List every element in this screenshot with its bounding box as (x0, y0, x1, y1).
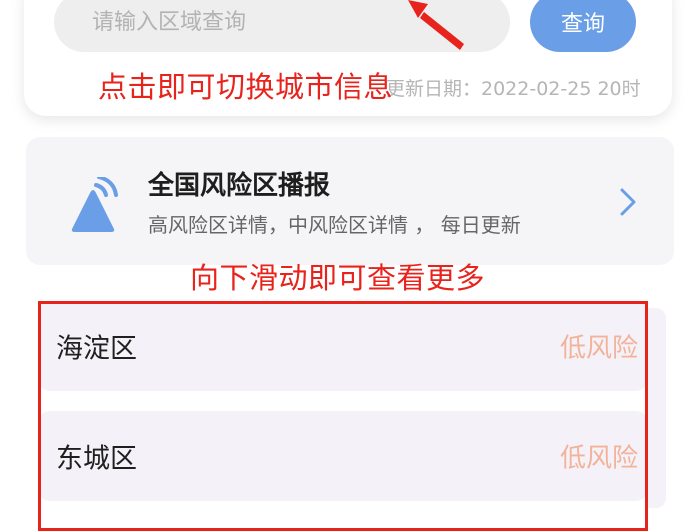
district-name: 海淀区 (56, 333, 137, 365)
risk-level-badge: 低风险 (559, 333, 638, 364)
chevron-right-icon (620, 188, 636, 216)
risk-broadcast-card[interactable]: 全国风险区播报 高风险区详情，中风险区详情 ， 每日更新 (26, 137, 674, 265)
scroll-more-annotation: 向下滑动即可查看更多 (190, 261, 486, 295)
list-edge-strip (648, 308, 666, 508)
broadcast-icon (71, 177, 118, 232)
update-date-label: 更新日期：2022-02-25 20时 (386, 78, 641, 100)
broadcast-title: 全国风险区播报 (148, 171, 331, 201)
search-button[interactable]: 查询 (530, 0, 636, 52)
district-name: 东城区 (56, 443, 137, 475)
broadcast-subtitle: 高风险区详情，中风险区详情 ， 每日更新 (148, 213, 521, 237)
risk-level-badge: 低风险 (559, 443, 638, 474)
district-item-haidian[interactable]: 海淀区 低风险 (38, 301, 648, 391)
switch-city-annotation: 点击即可切换城市信息 (98, 70, 394, 104)
annotation-arrow-icon (408, 0, 464, 50)
district-item-dongcheng[interactable]: 东城区 低风险 (38, 411, 648, 501)
district-list: 海淀区 低风险 东城区 低风险 (38, 301, 648, 521)
